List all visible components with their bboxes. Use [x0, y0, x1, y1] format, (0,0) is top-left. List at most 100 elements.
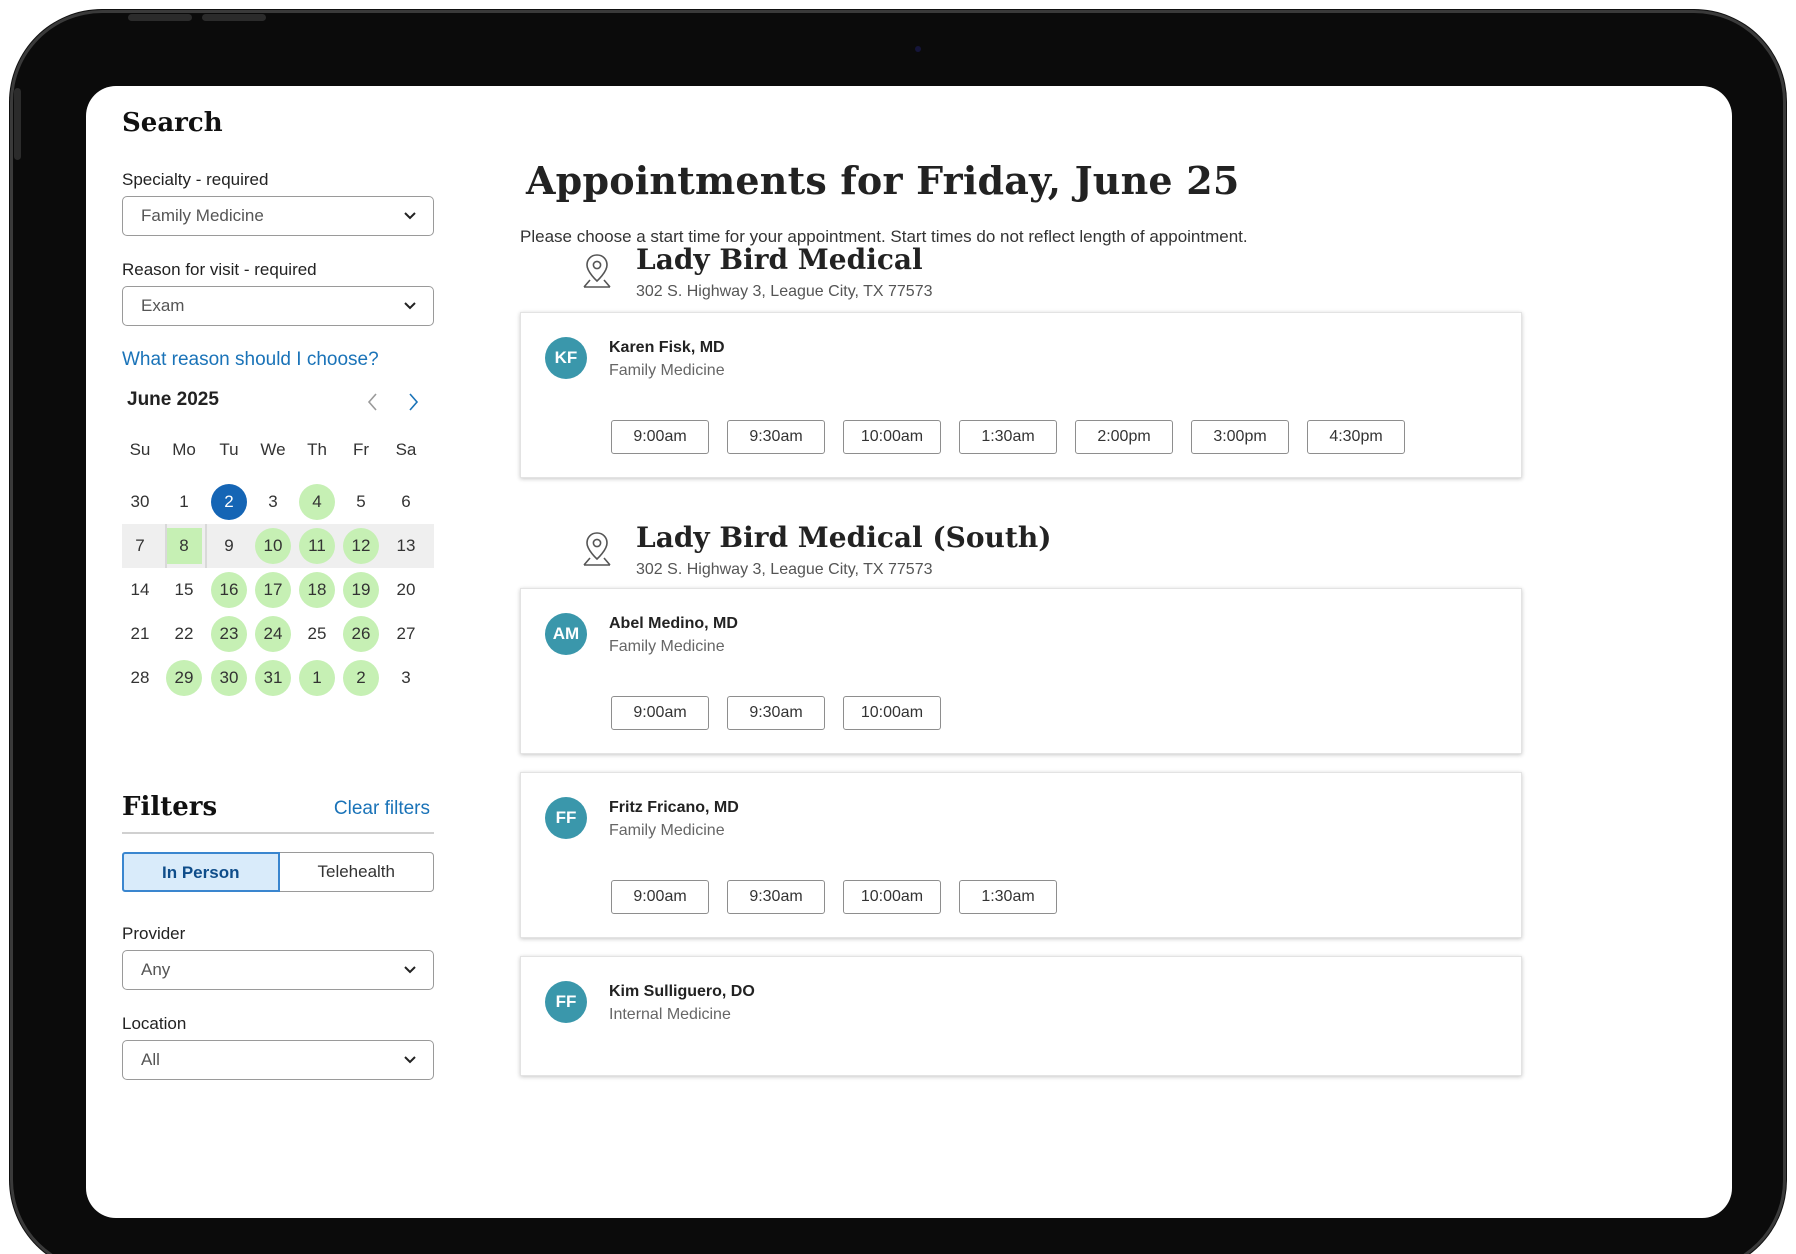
weekday-label: Th [307, 440, 327, 459]
chevron-left-icon[interactable] [363, 391, 383, 413]
calendar-day[interactable]: 22 [166, 616, 202, 652]
specialty-select[interactable]: Family Medicine [122, 196, 434, 236]
time-slot-button[interactable]: 9:00am [611, 880, 709, 914]
calendar-day[interactable]: 14 [122, 572, 158, 608]
reason-select[interactable]: Exam [122, 286, 434, 326]
provider-specialty: Family Medicine [609, 638, 725, 655]
chevron-down-icon [404, 212, 416, 220]
reason-label: Reason for visit - required [122, 260, 317, 279]
time-slot-button[interactable]: 9:30am [727, 880, 825, 914]
page-title: Appointments for Friday, June 25 [526, 158, 1240, 203]
map-pin-icon [580, 251, 614, 291]
calendar-day[interactable]: 7 [122, 528, 158, 564]
avatar: AM [545, 613, 587, 655]
time-slot-button[interactable]: 9:00am [611, 420, 709, 454]
calendar-day[interactable]: 3 [388, 660, 424, 696]
time-slot-button[interactable]: 4:30pm [1307, 420, 1405, 454]
reason-help-link[interactable]: What reason should I choose? [122, 349, 379, 371]
calendar-day[interactable]: 23 [211, 616, 247, 652]
calendar-day[interactable]: 17 [255, 572, 291, 608]
calendar-day[interactable]: 15 [166, 572, 202, 608]
calendar-day[interactable]: 1 [299, 660, 335, 696]
reason-value: Exam [141, 296, 185, 315]
weekday-label: Fr [352, 440, 370, 459]
provider-name[interactable]: Fritz Fricano, MD [609, 799, 739, 817]
calendar-day[interactable]: 8 [165, 524, 207, 568]
calendar-day[interactable]: 25 [299, 616, 335, 652]
weekday-label: Mo [172, 440, 196, 459]
calendar-day[interactable]: 27 [388, 616, 424, 652]
time-slot-button[interactable]: 9:30am [727, 420, 825, 454]
calendar-week-row: 28 29 30 31 1 2 3 [122, 656, 434, 700]
location-select[interactable]: All [122, 1040, 434, 1080]
calendar-day[interactable]: 13 [388, 528, 424, 564]
calendar-day[interactable]: 19 [343, 572, 379, 608]
specialty-label: Specialty - required [122, 170, 269, 189]
calendar-day[interactable]: 24 [255, 616, 291, 652]
power-button [14, 88, 21, 160]
tablet-frame: Search Specialty - required Family Medic… [10, 10, 1786, 1254]
calendar-day[interactable]: 1 [166, 484, 202, 520]
calendar-day[interactable]: 10 [255, 528, 291, 564]
time-slot-list: 9:00am 9:30am 10:00am 1:30am 2:00pm 3:00pm 4:3… [611, 420, 1405, 454]
telehealth-option[interactable]: Telehealth [279, 852, 434, 892]
calendar-day[interactable]: 2 [211, 484, 247, 520]
calendar-day[interactable]: 2 [343, 660, 379, 696]
time-slot-button[interactable]: 1:30am [959, 420, 1057, 454]
time-slot-button[interactable]: 9:00am [611, 696, 709, 730]
calendar-day[interactable]: 18 [299, 572, 335, 608]
chevron-right-icon[interactable] [403, 391, 423, 413]
location-name: Lady Bird Medical [636, 243, 923, 276]
calendar-day[interactable]: 6 [388, 484, 424, 520]
time-slot-button[interactable]: 10:00am [843, 696, 941, 730]
location-address: 302 S. Highway 3, League City, TX 77573 [636, 561, 933, 578]
location-address: 302 S. Highway 3, League City, TX 77573 [636, 283, 933, 300]
calendar-day[interactable]: 26 [343, 616, 379, 652]
calendar-week-row: 21 22 23 24 25 26 27 [122, 612, 434, 656]
calendar-day[interactable]: 11 [299, 528, 335, 564]
location-value: All [141, 1050, 160, 1069]
calendar-day[interactable]: 29 [166, 660, 202, 696]
time-slot-button[interactable]: 10:00am [843, 880, 941, 914]
map-pin-icon [580, 529, 614, 569]
provider-specialty: Family Medicine [609, 362, 725, 379]
location-label: Location [122, 1014, 187, 1033]
provider-label: Provider [122, 924, 186, 943]
calendar-day[interactable]: 28 [122, 660, 158, 696]
provider-select[interactable]: Any [122, 950, 434, 990]
calendar-day[interactable]: 31 [255, 660, 291, 696]
provider-name[interactable]: Abel Medino, MD [609, 615, 738, 633]
calendar-day[interactable]: 16 [211, 572, 247, 608]
time-slot-button[interactable]: 2:00pm [1075, 420, 1173, 454]
avatar: FF [545, 797, 587, 839]
specialty-value: Family Medicine [141, 206, 264, 225]
weekday-label: Sa [395, 440, 417, 459]
calendar-grid: Su Mo Tu We Th Fr Sa 30 1 2 3 4 5 6 7 8 9 10 11 12 13 14 15 16… [122, 440, 434, 700]
time-slot-button[interactable]: 3:00pm [1191, 420, 1289, 454]
calendar-day[interactable]: 4 [299, 484, 335, 520]
provider-specialty: Internal Medicine [609, 1006, 731, 1023]
chevron-down-icon [404, 1056, 416, 1064]
calendar-day[interactable]: 3 [255, 484, 291, 520]
calendar-day[interactable]: 9 [211, 528, 247, 564]
in-person-option[interactable]: In Person [122, 852, 280, 892]
calendar-day[interactable]: 30 [211, 660, 247, 696]
volume-button [202, 14, 266, 21]
time-slot-button[interactable]: 1:30am [959, 880, 1057, 914]
time-slot-button[interactable]: 10:00am [843, 420, 941, 454]
camera [915, 46, 921, 52]
time-slot-button[interactable]: 9:30am [727, 696, 825, 730]
calendar-month-label: June 2025 [127, 389, 219, 410]
avatar: FF [545, 981, 587, 1023]
calendar-day[interactable]: 5 [343, 484, 379, 520]
calendar-day[interactable]: 21 [122, 616, 158, 652]
calendar-day[interactable]: 20 [388, 572, 424, 608]
search-heading: Search [122, 108, 223, 138]
provider-name[interactable]: Karen Fisk, MD [609, 339, 725, 357]
provider-name[interactable]: Kim Sulliguero, DO [609, 983, 755, 1001]
provider-card: KF Karen Fisk, MD Family Medicine 9:00am 9:3… [520, 312, 1522, 478]
calendar-day[interactable]: 30 [122, 484, 158, 520]
calendar-week-row: 7 8 9 10 11 12 13 [122, 524, 434, 568]
clear-filters-link[interactable]: Clear filters [334, 798, 430, 820]
calendar-day[interactable]: 12 [343, 528, 379, 564]
